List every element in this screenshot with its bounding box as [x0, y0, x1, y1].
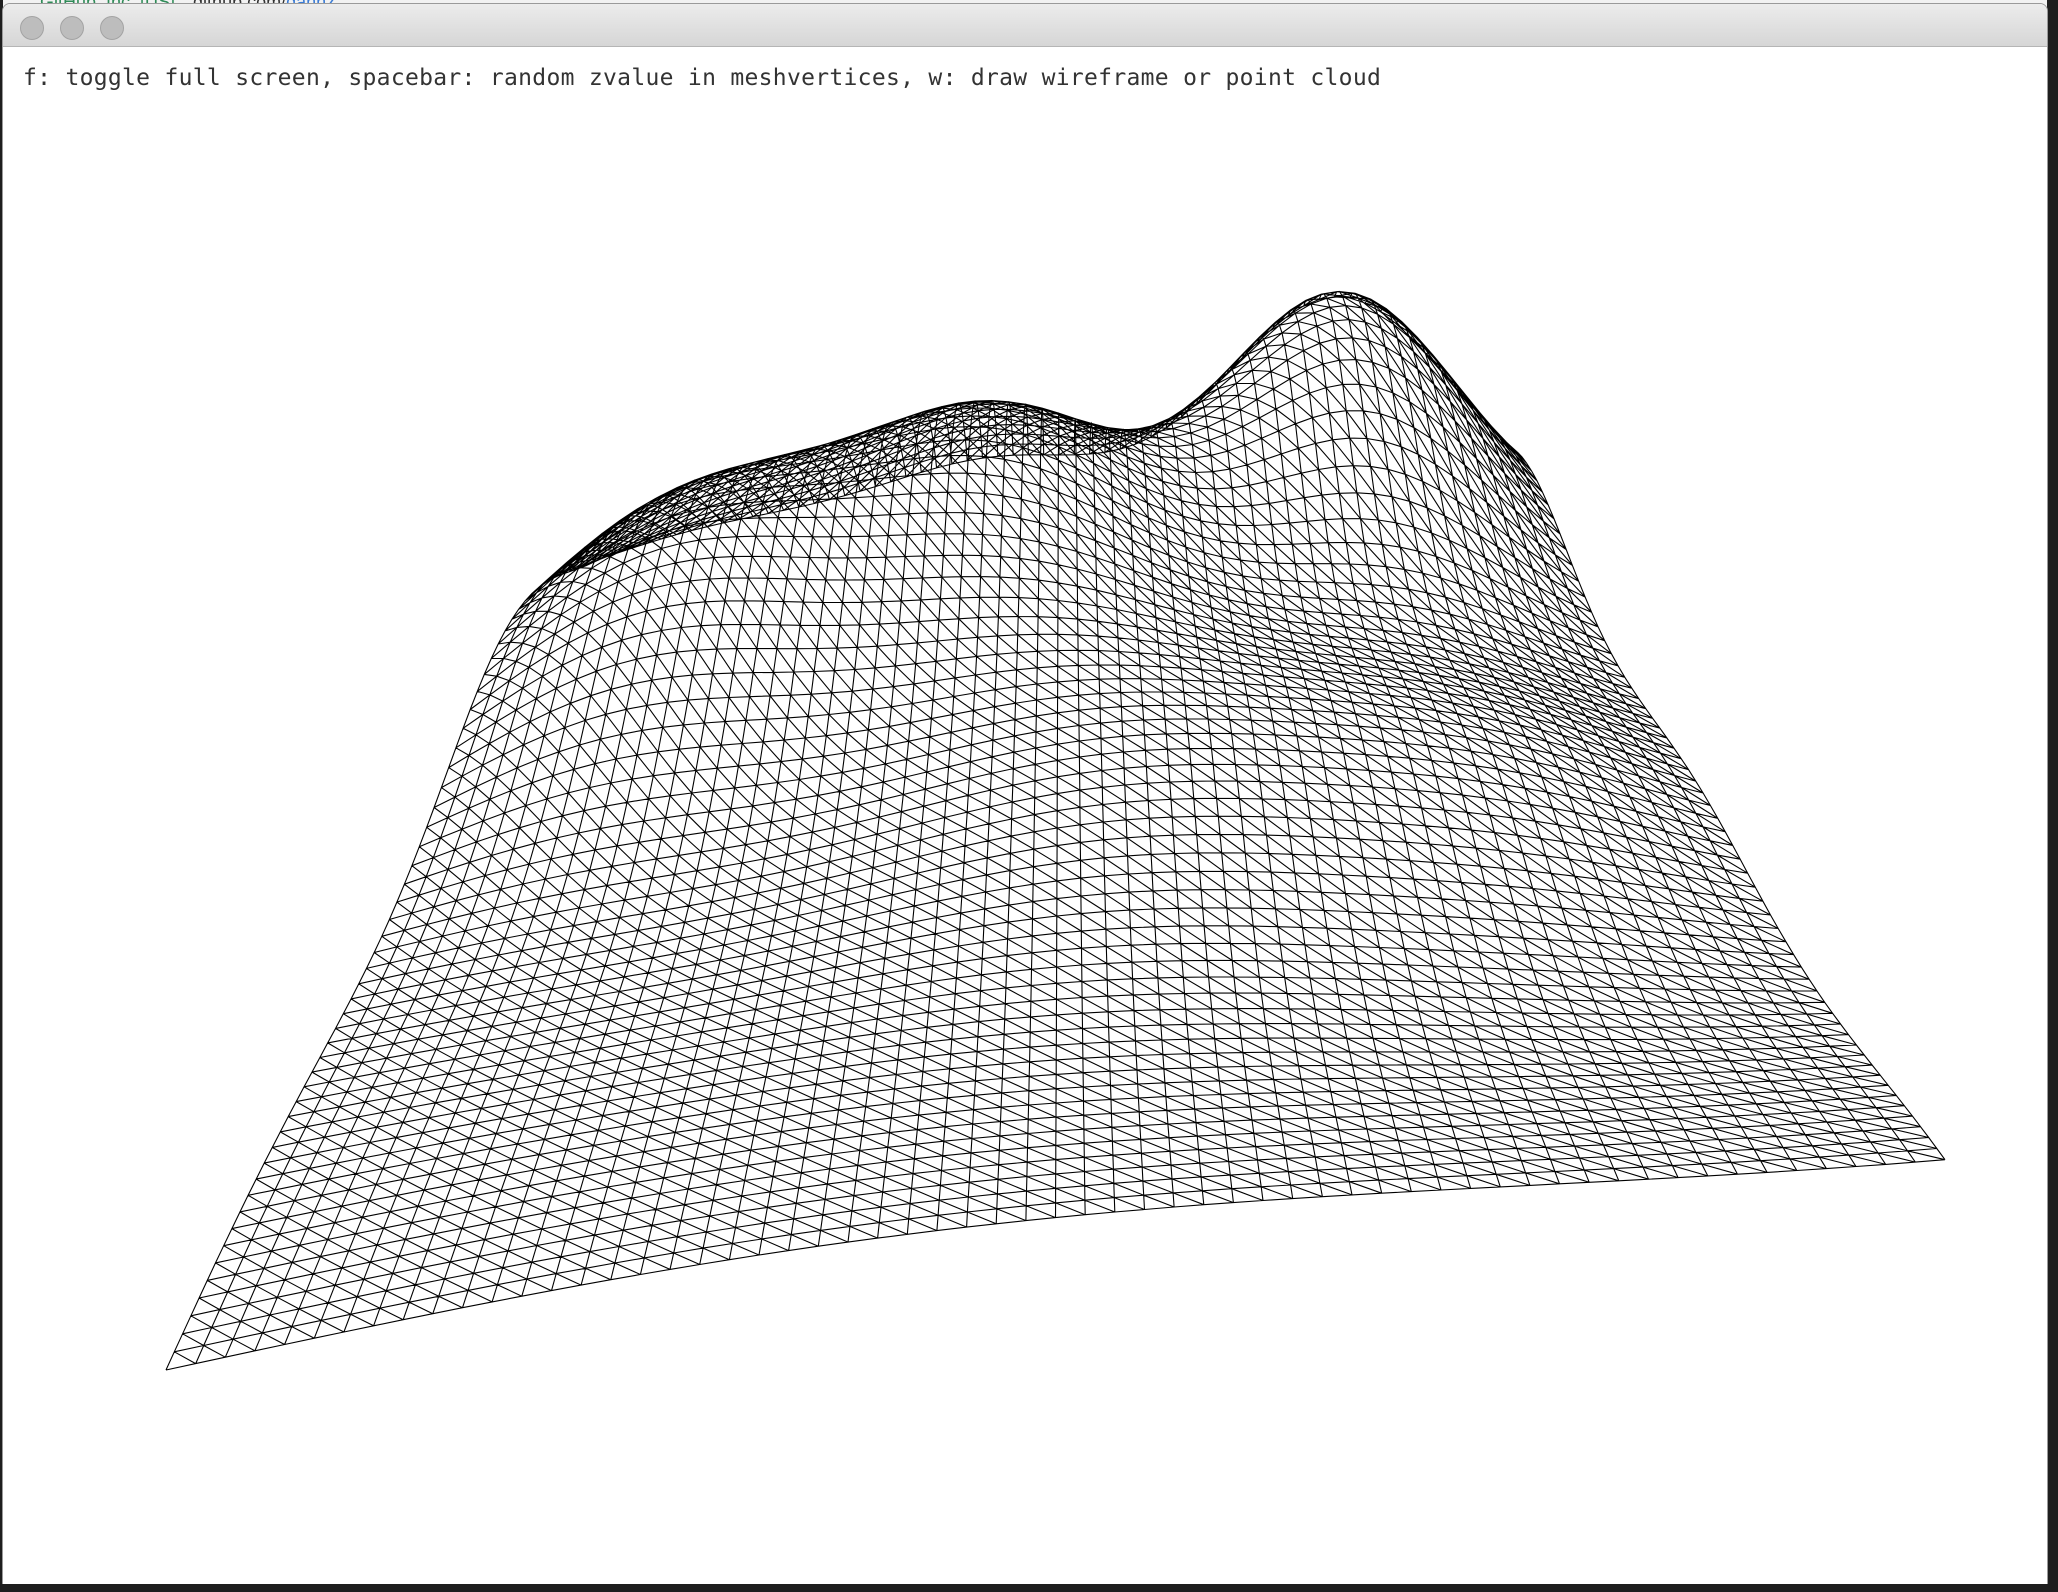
minimize-button[interactable] [60, 16, 84, 40]
zoom-button[interactable] [100, 16, 124, 40]
close-button[interactable] [20, 16, 44, 40]
wireframe-mesh [165, 290, 1946, 1371]
desktop-bottom-edge [0, 1584, 2058, 1592]
window-titlebar[interactable] [3, 4, 2047, 47]
app-window: f: toggle full screen, spacebar: random … [3, 4, 2047, 1584]
render-canvas[interactable]: f: toggle full screen, spacebar: random … [3, 47, 2047, 1584]
mesh-wireframe-lines [165, 290, 1946, 1371]
desktop-right-edge [2047, 0, 2058, 1592]
keyboard-help-text: f: toggle full screen, spacebar: random … [23, 65, 1382, 91]
